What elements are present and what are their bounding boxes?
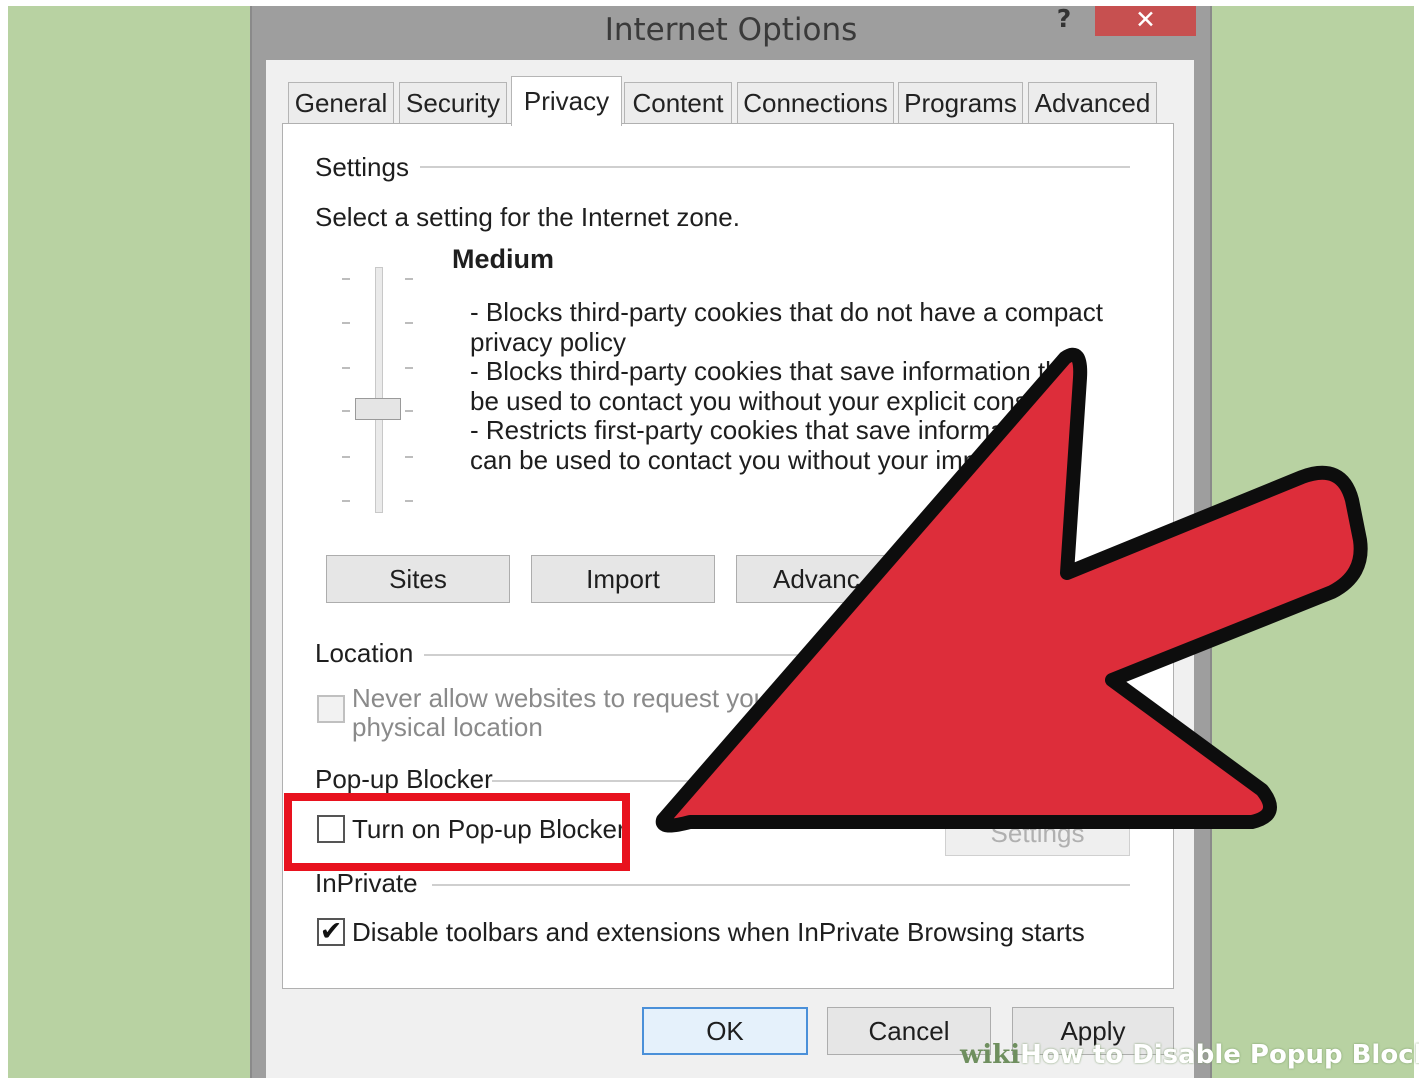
slider-tick: [342, 278, 350, 280]
privacy-level-description: - Blocks third-party cookies that do not…: [470, 297, 1110, 476]
tab-connections[interactable]: Connections: [737, 82, 894, 124]
watermark: wikiHow to Disable Popup Blocke: [960, 1040, 1419, 1070]
slider-tick: [405, 456, 413, 458]
ok-button[interactable]: OK: [642, 1007, 808, 1055]
description-line: - Blocks third-party cookies that do not…: [470, 297, 1103, 327]
close-button[interactable]: ✕: [1095, 6, 1196, 36]
privacy-level-slider-track[interactable]: [375, 267, 383, 513]
inprivate-divider: [432, 884, 1130, 886]
popup-blocker-divider: [492, 780, 1130, 782]
tab-content[interactable]: Content: [624, 82, 732, 124]
advanced-button[interactable]: Advanc: [736, 555, 920, 603]
location-checkbox[interactable]: [317, 695, 345, 723]
slider-tick: [405, 322, 413, 324]
slider-tick: [342, 322, 350, 324]
tab-privacy[interactable]: Privacy: [511, 76, 622, 126]
tab-security[interactable]: Security: [399, 82, 507, 124]
privacy-level-title: Medium: [452, 244, 555, 274]
location-section-header: Location: [315, 638, 414, 668]
description-line: privacy policy: [470, 326, 627, 357]
settings-divider: [420, 166, 1130, 168]
privacy-level-slider-thumb[interactable]: [355, 398, 401, 420]
slider-tick: [342, 367, 350, 369]
inprivate-checkbox-label: Disable toolbars and extensions when InP…: [352, 917, 1085, 947]
settings-section-header: Settings: [315, 152, 409, 182]
tab-programs[interactable]: Programs: [898, 82, 1023, 124]
description-line: - Blocks third-party cookies that save i…: [470, 356, 1060, 387]
sites-button[interactable]: Sites: [326, 555, 510, 603]
highlight-box: [284, 793, 630, 871]
location-checkbox-label: Never allow websites to request you: [352, 683, 769, 713]
inprivate-checkbox[interactable]: ✔: [317, 916, 345, 947]
slider-tick: [342, 500, 350, 502]
inprivate-section-header: InPrivate: [315, 868, 418, 898]
description-line: - Restricts first-party cookies that sav…: [470, 415, 1005, 446]
slider-tick: [405, 500, 413, 502]
description-line: can be used to contact you without your …: [470, 444, 984, 475]
slider-tick: [405, 278, 413, 280]
slider-tick: [405, 367, 413, 369]
popup-blocker-section-header: Pop-up Blocker: [315, 764, 493, 794]
watermark-brand: wiki: [960, 1040, 1021, 1070]
slider-tick: [405, 410, 413, 412]
location-checkbox-label-line2: physical location: [352, 712, 543, 742]
watermark-text: How to Disable Popup Blocke: [1020, 1040, 1419, 1070]
location-divider: [424, 654, 1130, 656]
description-line: be used to contact you without your expl…: [470, 385, 1028, 416]
slider-tick: [342, 456, 350, 458]
tab-advanced[interactable]: Advanced: [1028, 82, 1157, 124]
tab-general[interactable]: General: [288, 82, 394, 124]
slider-tick: [342, 410, 350, 412]
import-button[interactable]: Import: [531, 555, 715, 603]
zone-instruction: Select a setting for the Internet zone.: [315, 202, 740, 232]
checkmark-icon: ✔: [319, 916, 343, 947]
help-button[interactable]: ?: [1046, 4, 1082, 38]
popup-blocker-settings-button[interactable]: Settings: [945, 810, 1130, 856]
